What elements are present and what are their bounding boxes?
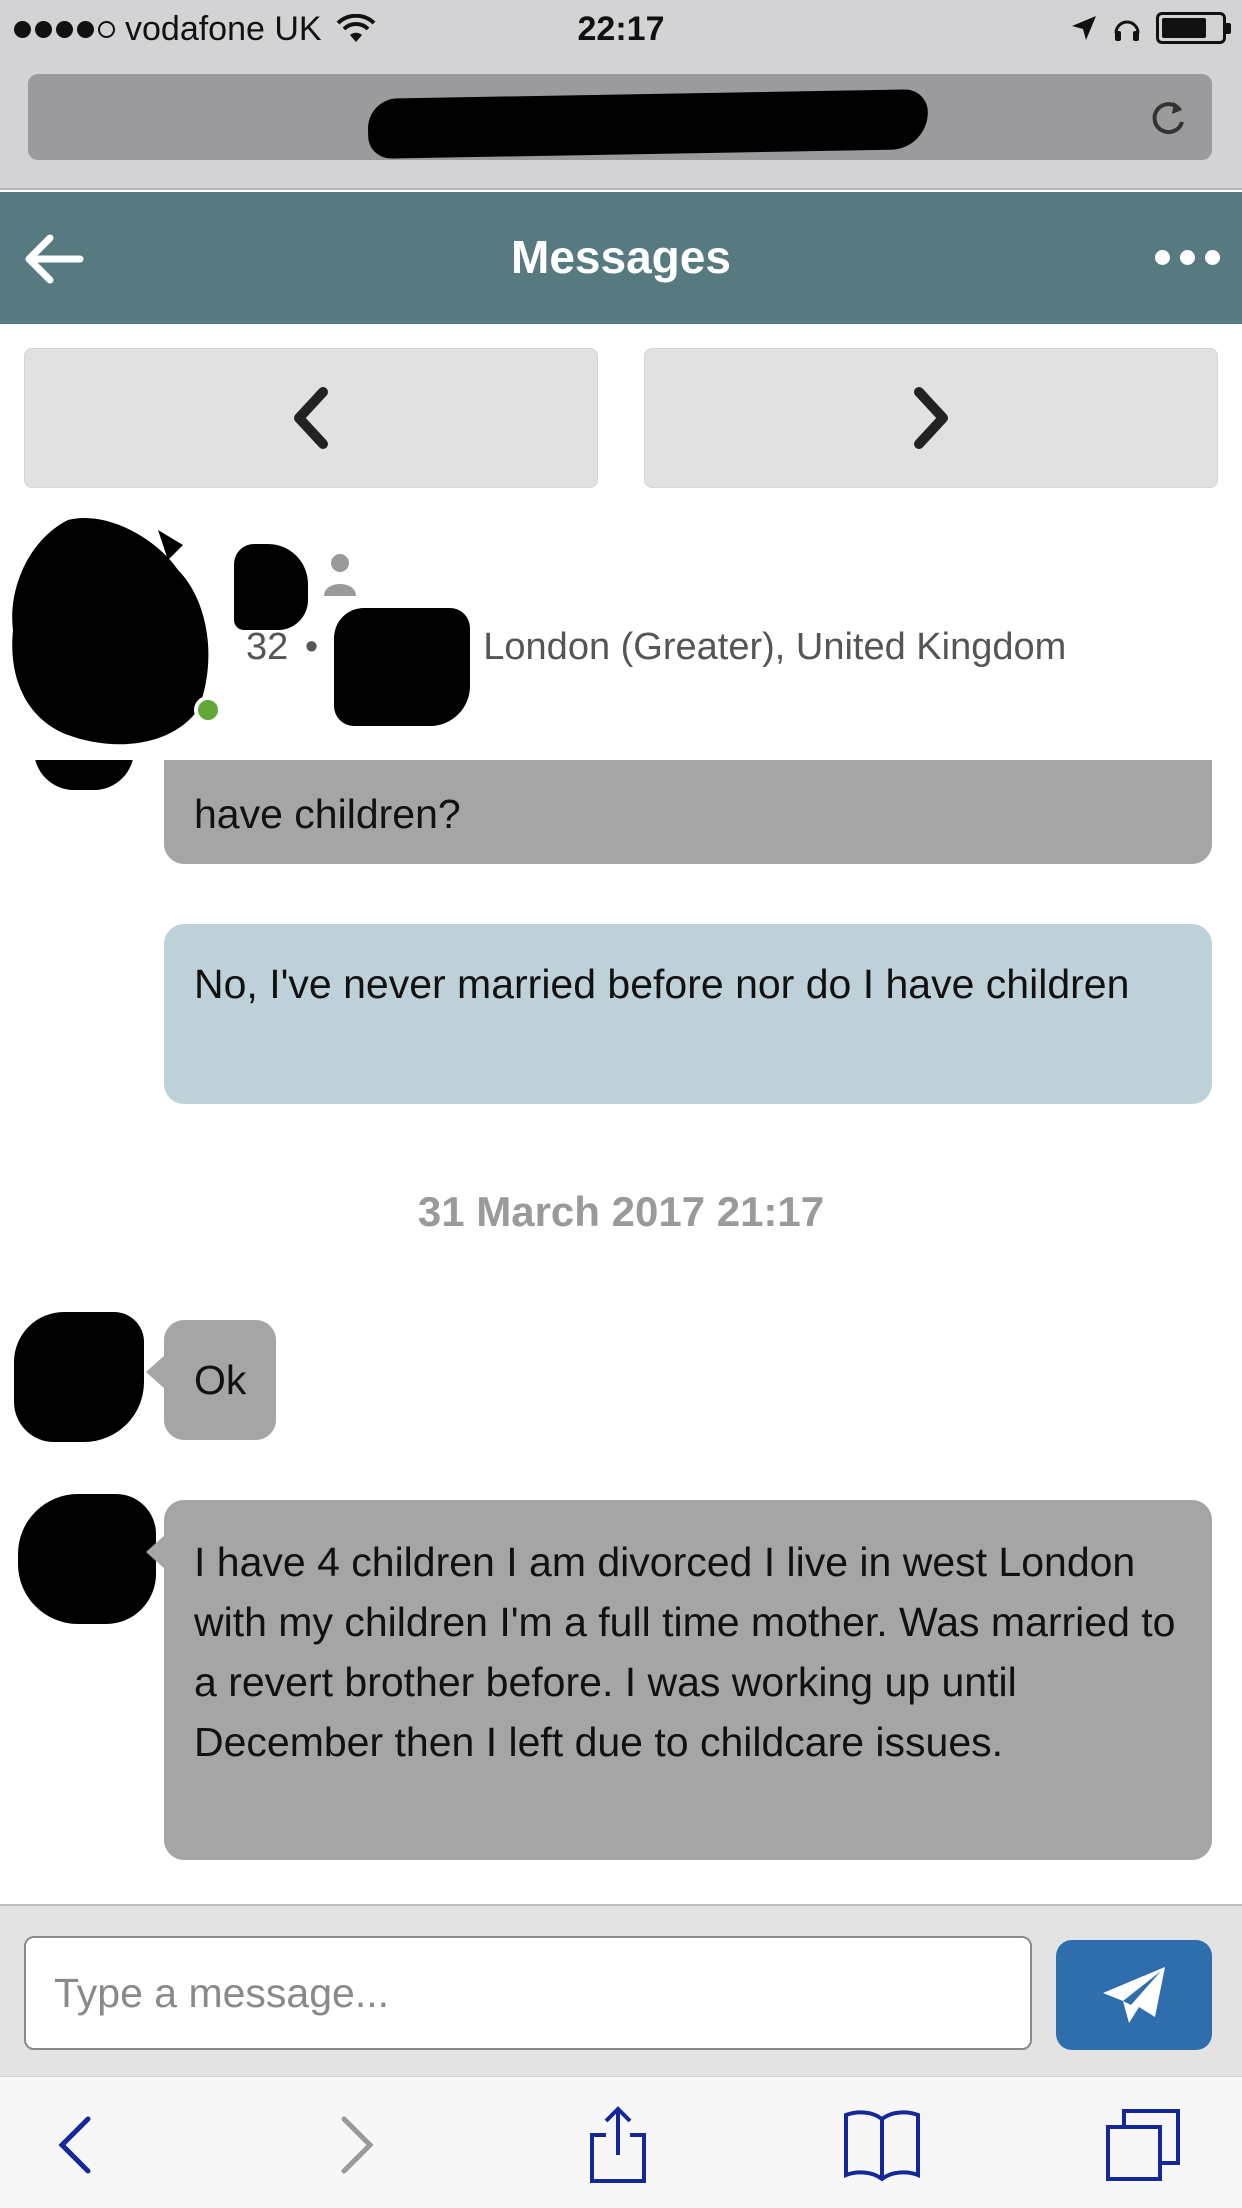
browser-back-icon[interactable] xyxy=(38,2105,118,2185)
headphones-icon xyxy=(1114,20,1140,41)
message-bubble-outgoing: No, I've never married before nor do I h… xyxy=(164,924,1212,1104)
message-text: No, I've never married before nor do I h… xyxy=(194,961,1130,1007)
status-bar: vodafone UK 22:17 xyxy=(0,0,1242,62)
redacted-info xyxy=(334,608,470,726)
previous-conversation-button[interactable] xyxy=(24,348,598,488)
battery-icon xyxy=(1156,12,1231,44)
book-icon[interactable] xyxy=(842,2105,922,2185)
separator-dot: • xyxy=(304,626,319,668)
profile-age: 32 xyxy=(246,626,289,668)
chevron-right-icon xyxy=(914,387,948,449)
reload-icon[interactable] xyxy=(1146,96,1190,140)
date-separator: 31 March 2017 21:17 xyxy=(417,1188,825,1235)
message-text: Ok xyxy=(194,1357,247,1403)
address-bar[interactable] xyxy=(28,74,1212,160)
person-icon xyxy=(324,554,356,596)
online-status-indicator xyxy=(194,696,222,724)
paper-plane-icon xyxy=(1103,1967,1165,2023)
tabs-icon[interactable] xyxy=(1104,2105,1184,2185)
chevron-left-icon xyxy=(294,387,328,449)
avatar[interactable] xyxy=(18,1494,156,1624)
profile-location: London (Greater), United Kingdom xyxy=(483,626,1067,668)
message-bubble-incoming: Ok xyxy=(145,1320,277,1440)
message-composer xyxy=(0,1904,1242,2076)
share-icon[interactable] xyxy=(578,2105,658,2185)
next-conversation-button[interactable] xyxy=(644,348,1218,488)
redacted-url xyxy=(367,89,929,159)
avatar[interactable] xyxy=(14,1312,144,1442)
browser-forward-icon[interactable] xyxy=(314,2105,394,2185)
send-button[interactable] xyxy=(1056,1940,1212,2050)
ellipsis-icon[interactable] xyxy=(1155,250,1220,265)
redacted-name xyxy=(234,544,308,630)
message-input[interactable] xyxy=(24,1936,1032,2050)
location-arrow-icon xyxy=(1072,16,1096,40)
message-text: I have 4 children I am divorced I live i… xyxy=(194,1539,1176,1765)
profile-header: 32 • London (Greater), United Kingdom xyxy=(0,500,1242,760)
browser-toolbar xyxy=(0,2076,1242,2208)
clock: 22:17 xyxy=(577,10,665,48)
battery-level xyxy=(1162,18,1206,38)
message-bubble-incoming: I have 4 children I am divorced I live i… xyxy=(146,1500,1212,1860)
page-title: Messages xyxy=(511,231,731,283)
app-header: Messages xyxy=(0,192,1242,324)
browser-address-area xyxy=(0,62,1242,190)
